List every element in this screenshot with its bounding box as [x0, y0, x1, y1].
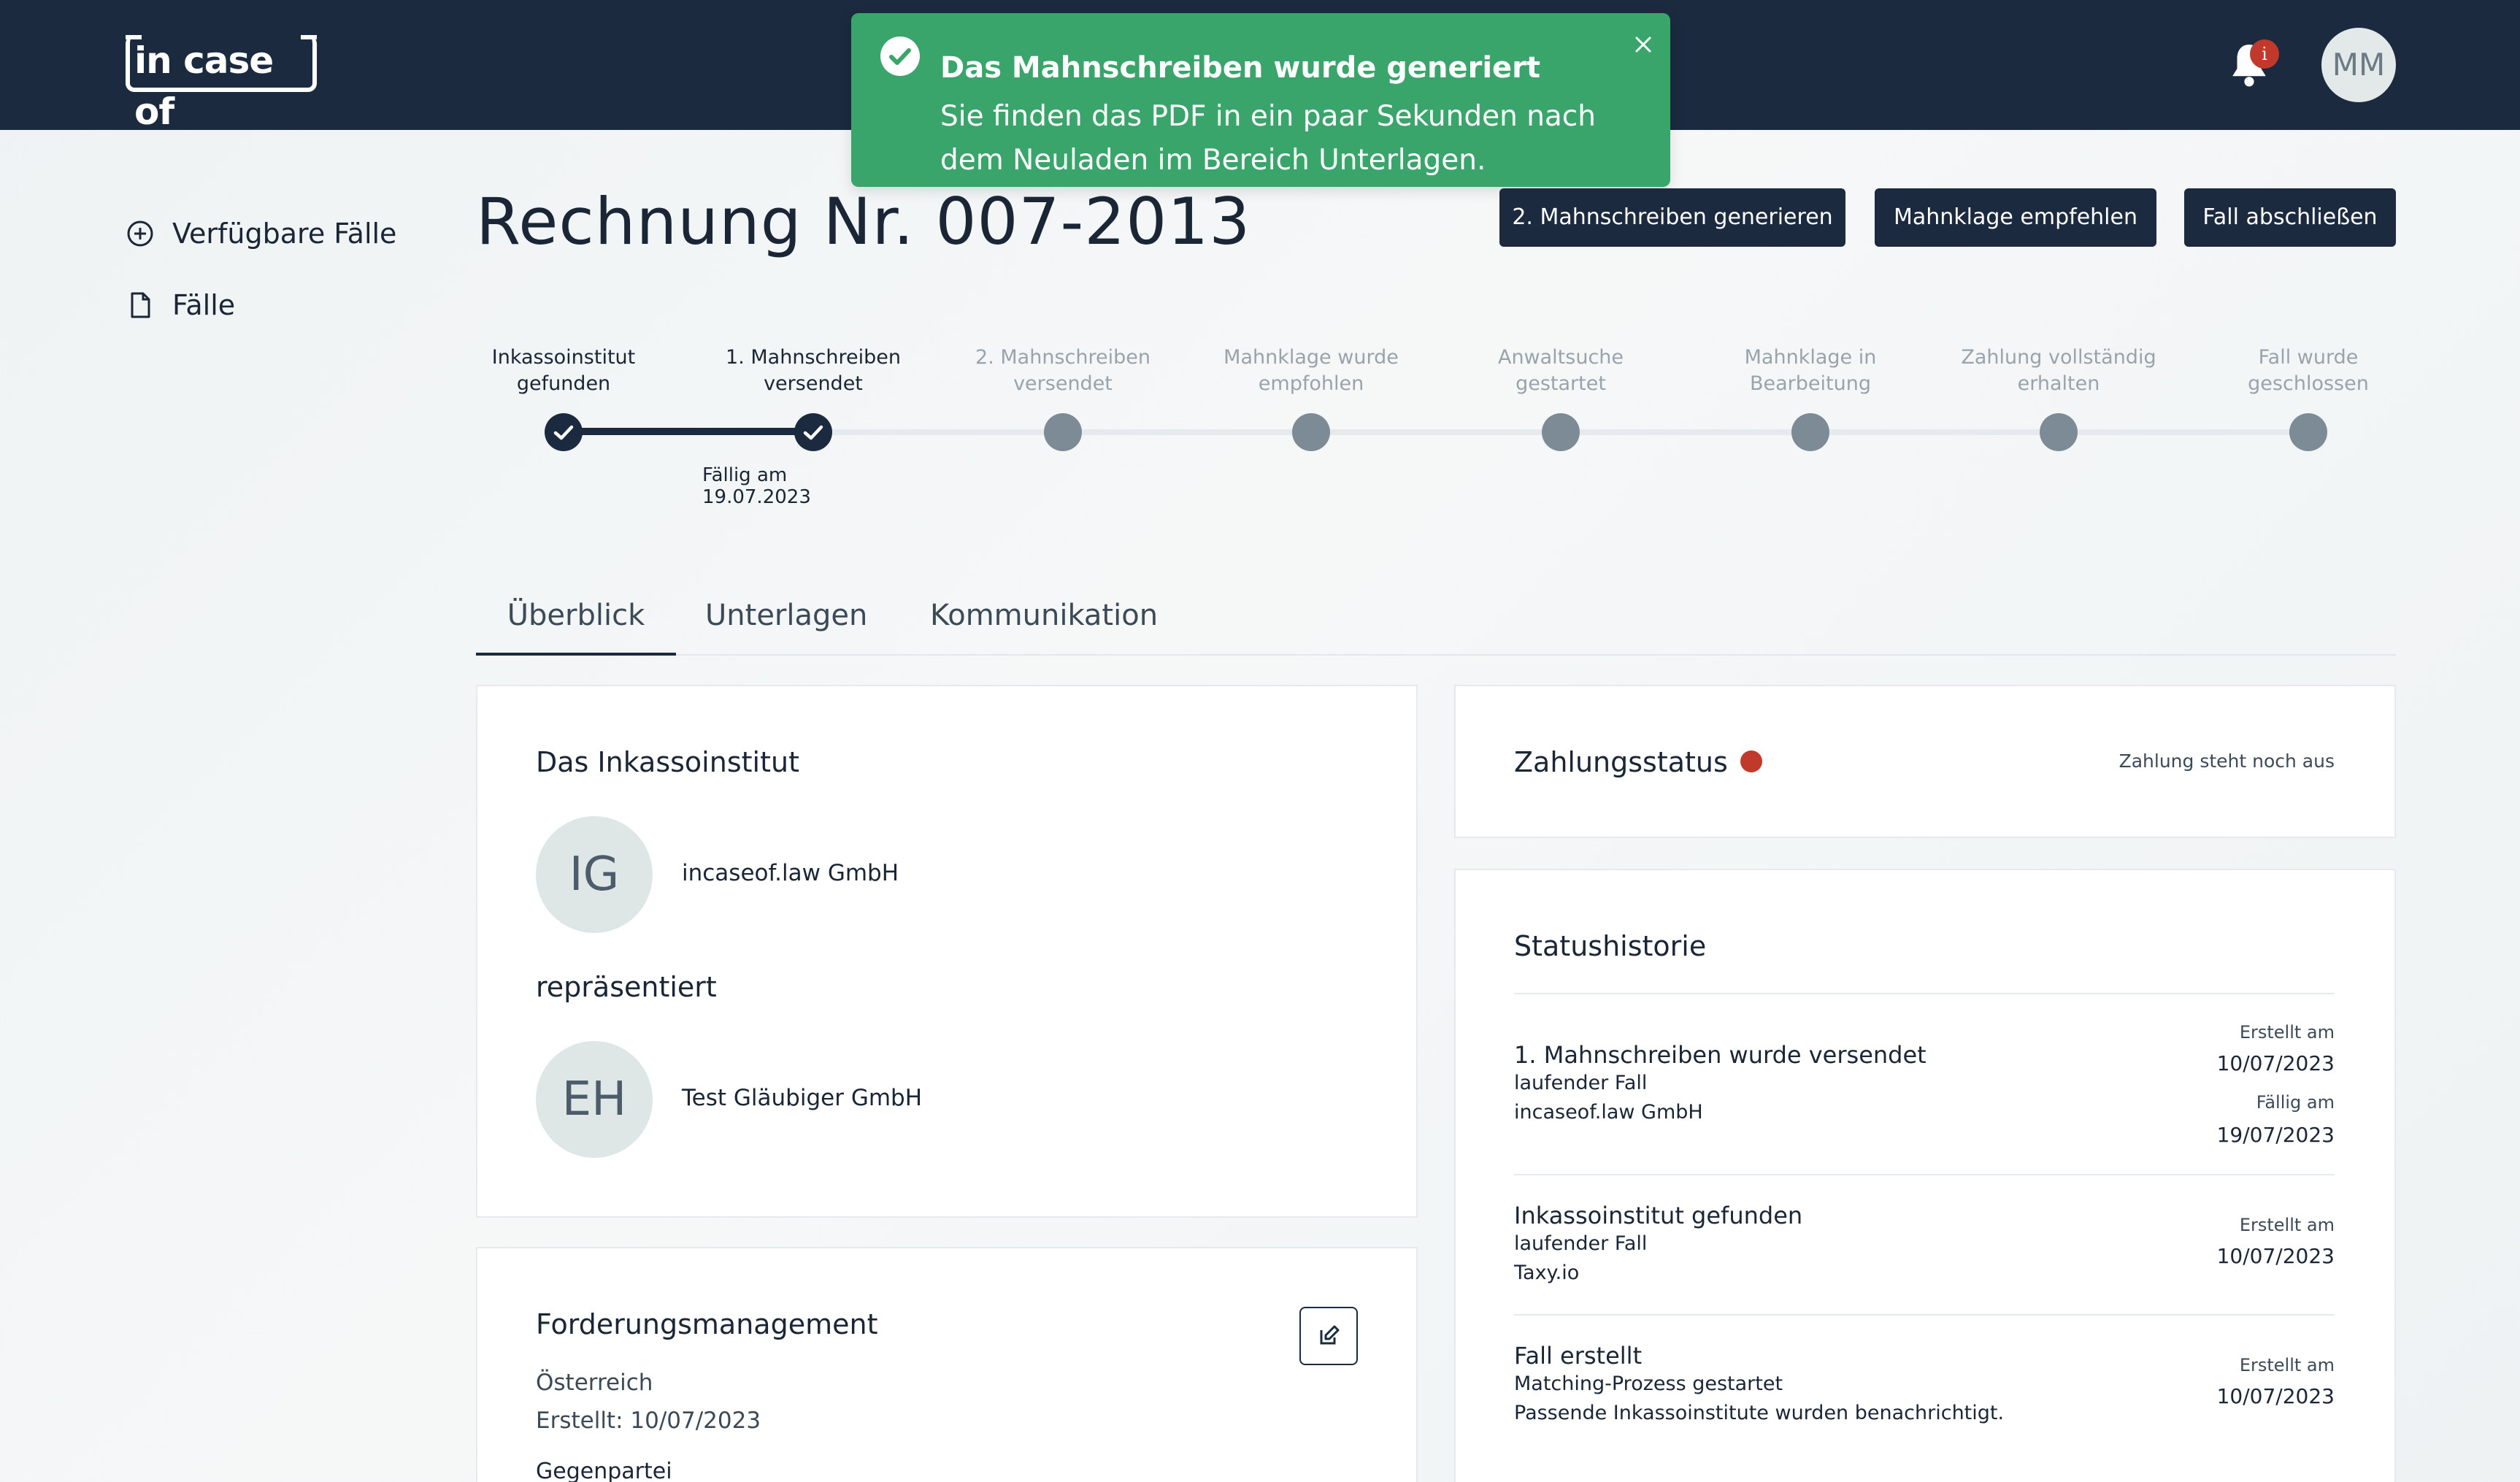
- payment-status-heading: Zahlungsstatus: [1514, 746, 1728, 778]
- history-entry-title: Inkassoinstitut gefunden: [1514, 1202, 1803, 1229]
- creditor-name: Test Gläubiger GmbH: [682, 1085, 923, 1111]
- institute-avatar: IG: [536, 816, 653, 933]
- history-entry-due-label: Fällig am: [2256, 1092, 2335, 1113]
- step-done-check-icon: [794, 413, 832, 451]
- claims-created: Erstellt: 10/07/2023: [536, 1408, 761, 1434]
- history-entry-sub: Taxy.io: [1514, 1262, 1580, 1284]
- close-icon[interactable]: [1634, 35, 1653, 54]
- divider: [1514, 1174, 2335, 1175]
- history-entry-sub: incaseof.law GmbH: [1514, 1101, 1703, 1124]
- step-done-check-icon: [545, 413, 583, 451]
- recommend-lawsuit-button[interactable]: Mahnklage empfehlen: [1875, 188, 2156, 247]
- status-history-heading: Statushistorie: [1514, 930, 1707, 962]
- plus-circle-icon: [127, 220, 153, 247]
- toast-message: Sie finden das PDF in ein paar Sekunden …: [940, 100, 1596, 177]
- history-entry-created-label: Erstellt am: [2239, 1355, 2335, 1375]
- app-logo[interactable]: in case of: [126, 35, 317, 133]
- institute-name: incaseof.law GmbH: [682, 860, 899, 886]
- check-circle-icon: [880, 37, 920, 76]
- represents-label: repräsentiert: [536, 971, 717, 1003]
- claims-card: [476, 1247, 1418, 1482]
- sidebar-item-label: Verfügbare Fälle: [172, 218, 397, 250]
- history-entry-created-label: Erstellt am: [2239, 1215, 2335, 1235]
- history-entry-title: Fall erstellt: [1514, 1342, 1643, 1370]
- payment-status-dot: [1740, 750, 1762, 772]
- step-pending-dot: [2040, 413, 2078, 451]
- edit-icon: [1320, 1325, 1340, 1345]
- step-pending-dot: [1044, 413, 1082, 451]
- file-icon: [131, 292, 150, 318]
- notification-badge: i: [2250, 39, 2279, 69]
- counterparty-label: Gegenpartei: [536, 1459, 672, 1482]
- divider: [1514, 993, 2335, 994]
- step-label: Inkassoinstitut gefunden: [491, 346, 636, 395]
- step-due-note: Fällig am 19.07.2023: [702, 464, 811, 508]
- close-case-button[interactable]: Fall abschließen: [2184, 188, 2396, 247]
- generate-reminder-button[interactable]: 2. Mahnschreiben generieren: [1499, 188, 1845, 247]
- history-entry-title: 1. Mahnschreiben wurde versendet: [1514, 1041, 1927, 1069]
- step-label: Fall wurde geschlossen: [2248, 346, 2369, 395]
- step-pending-dot: [1542, 413, 1580, 451]
- divider: [1514, 1314, 2335, 1316]
- payment-status-text: Zahlung steht noch aus: [2118, 750, 2335, 772]
- step-label: Anwaltsuche gestartet: [1497, 346, 1624, 395]
- sidebar-item-available-cases[interactable]: Verfügbare Fälle: [126, 218, 396, 250]
- institute-card-heading: Das Inkassoinstitut: [536, 746, 799, 778]
- history-entry-created-date: 10/07/2023: [2216, 1051, 2335, 1075]
- tab-communication[interactable]: Kommunikation: [930, 593, 1158, 656]
- step-label: Mahnklage in Bearbeitung: [1744, 346, 1877, 395]
- history-entry-created-date: 10/07/2023: [2216, 1384, 2335, 1408]
- history-entry-sub: Passende Inkassoinstitute wurden benachr…: [1514, 1402, 2005, 1424]
- tab-overview[interactable]: Überblick: [476, 593, 676, 656]
- tab-bar: Überblick Unterlagen Kommunikation: [476, 593, 2396, 656]
- step-label: 2. Mahnschreiben versendet: [975, 346, 1150, 395]
- page-title: Rechnung Nr. 007-2013: [476, 184, 1251, 259]
- toast-title: Das Mahnschreiben wurde generiert: [940, 51, 1541, 85]
- step-pending-dot: [1791, 413, 1829, 451]
- creditor-avatar: EH: [536, 1041, 653, 1158]
- step-label: 1. Mahnschreiben versendet: [726, 346, 901, 395]
- history-entry-created-label: Erstellt am: [2239, 1022, 2335, 1043]
- sidebar-item-cases[interactable]: Fälle: [126, 289, 235, 321]
- step-pending-dot: [2289, 413, 2327, 451]
- user-avatar[interactable]: MM: [2321, 28, 2396, 102]
- history-entry-sub: Matching-Prozess gestartet: [1514, 1372, 1783, 1395]
- sidebar-item-label: Fälle: [172, 289, 236, 321]
- success-toast: Das Mahnschreiben wurde generiert Sie fi…: [851, 13, 1670, 187]
- history-entry-sub: laufender Fall: [1514, 1072, 1648, 1094]
- edit-button[interactable]: [1299, 1307, 1358, 1365]
- step-label: Zahlung vollständig erhalten: [1961, 346, 2156, 395]
- step-label: Mahnklage wurde empfohlen: [1223, 346, 1399, 395]
- tab-documents[interactable]: Unterlagen: [705, 593, 867, 656]
- history-entry-created-date: 10/07/2023: [2216, 1244, 2335, 1268]
- step-pending-dot: [1292, 413, 1330, 451]
- claims-card-heading: Forderungsmanagement: [536, 1308, 878, 1340]
- history-entry-sub: laufender Fall: [1514, 1232, 1648, 1255]
- claims-country: Österreich: [536, 1370, 653, 1396]
- stepper-progress: [562, 428, 812, 435]
- history-entry-due-date: 19/07/2023: [2216, 1123, 2335, 1147]
